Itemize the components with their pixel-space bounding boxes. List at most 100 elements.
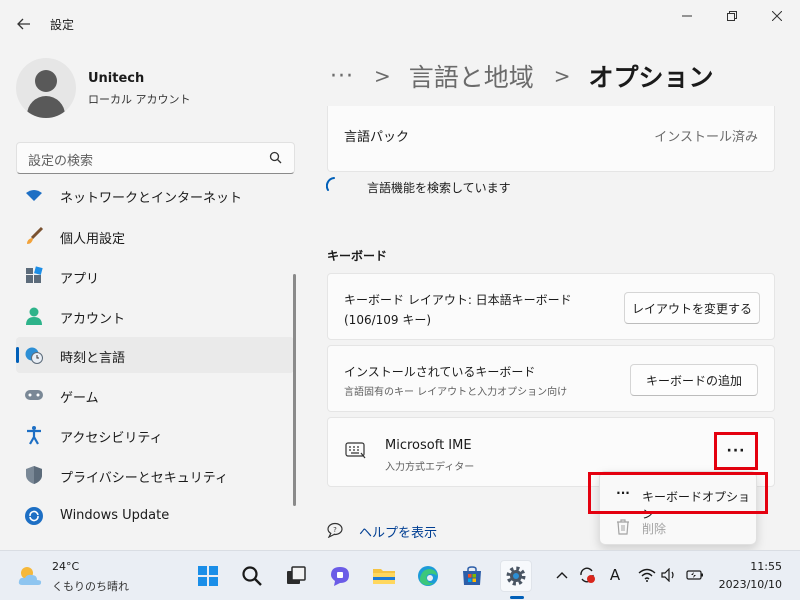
installed-keyboards-subtitle: 言語固有のキー レイアウトと入力オプション向け (344, 387, 568, 398)
start-button[interactable] (192, 560, 224, 592)
searching-status: 言語機能を検索しています (367, 181, 511, 195)
ime-mode-indicator[interactable]: A (606, 566, 624, 584)
breadcrumb: ··· > 言語と地域 > オプション (330, 56, 714, 96)
sidebar-item-gaming[interactable]: ゲーム (16, 377, 294, 413)
remove-menu-item[interactable]: 削除 (604, 512, 754, 542)
windows-update-icon (25, 507, 43, 525)
volume-icon (661, 568, 674, 582)
breadcrumb-parent-link[interactable]: 言語と地域 (409, 58, 534, 94)
language-pack-card: 言語パック インストール済み (327, 106, 775, 172)
teams-chat-button[interactable] (324, 560, 356, 592)
taskbar-search-button[interactable] (236, 560, 268, 592)
ime-description: 入力方式エディター (385, 462, 475, 473)
sidebar-item-personalization[interactable]: 個人用設定 (16, 218, 294, 254)
search-icon[interactable] (268, 150, 284, 166)
add-keyboard-button[interactable]: キーボードの追加 (630, 364, 758, 396)
apps-icon (26, 266, 43, 283)
menu-item-label: 削除 (642, 522, 667, 536)
sidebar-item-windows-update[interactable]: Windows Update (16, 498, 294, 534)
keyboard-layout-title: キーボード レイアウト: 日本語キーボード (344, 293, 572, 307)
task-view-icon (287, 566, 306, 584)
title-bar: 設定 (0, 0, 800, 46)
help-link-label: ヘルプを表示 (359, 526, 438, 541)
keyboard-layout-card: キーボード レイアウト: 日本語キーボード (106/109 キー) レイアウト… (327, 273, 775, 340)
sidebar-item-apps[interactable]: アプリ (16, 258, 294, 294)
ime-more-options-button[interactable]: ··· (714, 432, 758, 470)
restore-button[interactable] (720, 6, 744, 26)
avatar-head (35, 70, 57, 92)
sidebar-item-label: アカウント (60, 312, 126, 327)
battery-button[interactable] (686, 566, 704, 584)
loading-spinner-icon (326, 177, 335, 191)
start-icon (198, 566, 218, 586)
sidebar-item-time-language[interactable]: 時刻と言語 (16, 337, 294, 373)
help-icon: ? (327, 522, 343, 538)
minimize-button[interactable] (675, 6, 699, 26)
account-icon (26, 307, 42, 325)
language-pack-label: 言語パック (344, 130, 410, 145)
weather-description[interactable]: くもりのち晴れ (52, 578, 129, 594)
sidebar-item-label: Windows Update (60, 508, 170, 523)
close-icon (772, 11, 782, 21)
close-button[interactable] (765, 6, 789, 26)
ime-name: Microsoft IME (385, 438, 472, 453)
app-title: 設定 (50, 18, 75, 32)
avatar[interactable] (16, 58, 76, 118)
wifi-button[interactable] (638, 566, 656, 584)
edge-button[interactable] (412, 560, 444, 592)
network-icon (26, 190, 42, 201)
arrow-left-icon (17, 18, 30, 30)
task-view-button[interactable] (280, 560, 312, 592)
file-explorer-icon (373, 569, 395, 584)
volume-button[interactable] (661, 566, 679, 584)
trash-icon (617, 519, 629, 535)
installed-keyboards-title: インストールされているキーボード (344, 365, 536, 379)
breadcrumb-more-button[interactable]: ··· (330, 64, 354, 89)
change-layout-button[interactable]: レイアウトを変更する (624, 292, 760, 324)
account-type: ローカル アカウント (88, 93, 191, 106)
file-explorer-button[interactable] (368, 560, 400, 592)
sidebar-scrollbar[interactable] (293, 274, 296, 506)
sync-status-button[interactable] (578, 566, 596, 584)
show-hidden-icons-button[interactable] (553, 566, 571, 584)
time-language-icon (25, 347, 43, 364)
keyboard-icon (345, 442, 366, 459)
accessibility-icon (27, 426, 41, 445)
restore-icon (727, 11, 737, 21)
back-button[interactable] (12, 12, 36, 36)
teams-chat-icon (331, 567, 349, 586)
taskbar: 24°C くもりのち晴れ A 11:55 2023/10/10 (0, 550, 800, 600)
keyboard-section-heading: キーボード (327, 249, 388, 263)
installed-keyboards-card: インストールされているキーボード 言語固有のキー レイアウトと入力オプション向け… (327, 345, 775, 412)
clock-time[interactable]: 11:55 (750, 560, 782, 573)
store-button[interactable] (456, 560, 488, 592)
clock-date[interactable]: 2023/10/10 (719, 578, 782, 591)
sidebar-item-privacy[interactable]: プライバシーとセキュリティ (16, 457, 294, 493)
user-name: Unitech (88, 71, 145, 86)
sidebar-nav: ネットワークとインターネット 個人用設定 アプリ アカウント 時刻と言語 ゲーム… (0, 180, 300, 540)
sidebar-item-label: アクセシビリティ (60, 431, 163, 446)
sidebar-item-accessibility[interactable]: アクセシビリティ (16, 417, 294, 453)
svg-text:?: ? (333, 526, 337, 534)
edge-icon (418, 566, 438, 586)
search-placeholder: 設定の検索 (28, 154, 94, 169)
sidebar-item-label: 個人用設定 (60, 232, 126, 247)
settings-icon (506, 566, 526, 586)
avatar-body (27, 96, 65, 118)
wifi-icon (638, 568, 656, 582)
sidebar-item-label: 時刻と言語 (60, 351, 126, 366)
sidebar-item-accounts[interactable]: アカウント (16, 298, 294, 334)
weather-temperature[interactable]: 24°C (52, 560, 79, 573)
active-app-indicator (510, 596, 524, 599)
gamepad-icon (25, 390, 43, 400)
weather-partly-cloudy-icon[interactable] (16, 565, 44, 587)
settings-search-input[interactable]: 設定の検索 (16, 142, 295, 174)
keyboard-layout-keys: (106/109 キー) (344, 313, 432, 327)
sidebar-item-label: プライバシーとセキュリティ (60, 471, 228, 486)
sidebar-item-network[interactable]: ネットワークとインターネット (16, 180, 294, 213)
shield-icon (26, 466, 42, 484)
breadcrumb-separator: > (553, 64, 571, 88)
sync-alert-icon (580, 567, 595, 583)
settings-app-button[interactable] (500, 560, 532, 592)
language-pack-status: インストール済み (654, 130, 758, 145)
